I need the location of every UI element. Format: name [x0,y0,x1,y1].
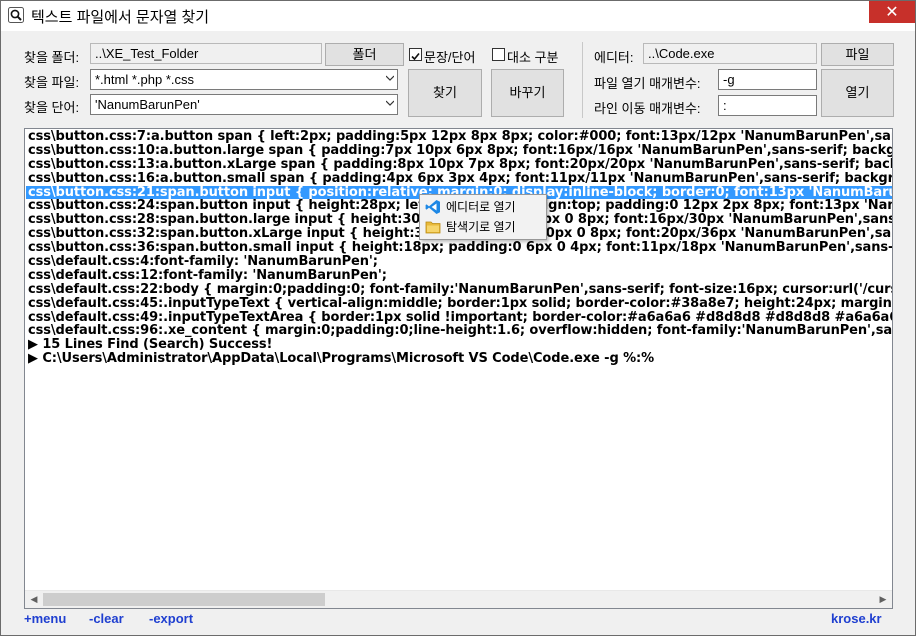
context-open-in-editor[interactable]: 에디터로 열기 [422,197,544,217]
result-line[interactable]: css\button.css:36:span.button.small inpu… [28,241,892,255]
export-link[interactable]: -export [149,611,193,626]
chevron-down-icon [386,100,394,106]
sentence-word-checkbox[interactable] [409,48,422,61]
line-param-field[interactable]: : [718,95,817,116]
word-label: 찾을 단어: [24,100,80,115]
result-line[interactable]: css\default.css:4:font-family: 'NanumBar… [28,255,892,269]
case-sensitive-checkbox[interactable] [492,48,505,61]
title-bar: 텍스트 파일에서 문자열 찾기 ✕ [1,1,915,31]
line-param-label: 라인 이동 매개변수: [594,101,701,116]
menu-link[interactable]: +menu [24,611,66,626]
context-menu: 에디터로 열기 탐색기로 열기 [419,194,547,240]
result-line[interactable]: ▶ C:\Users\Administrator\AppData\Local\P… [28,352,892,366]
context-open-in-explorer[interactable]: 탐색기로 열기 [422,217,544,237]
scroll-left-icon[interactable]: ◀ [27,593,41,606]
editor-file-button[interactable]: 파일 [821,43,894,66]
search-word-value: 'NanumBarunPen' [95,97,200,112]
window-title: 텍스트 파일에서 문자열 찾기 [31,9,210,26]
site-link[interactable]: krose.kr [831,611,882,626]
checkmark-icon [411,52,420,61]
search-word-combo[interactable]: 'NanumBarunPen' [90,94,398,115]
folder-field[interactable]: ..\XE_Test_Folder [90,43,322,64]
editor-label: 에디터: [594,50,634,65]
vscode-icon [425,200,440,214]
scrollbar-thumb[interactable] [43,593,325,606]
result-line[interactable]: ▶ 15 Lines Find (Search) Success! [28,338,892,352]
editor-path-field[interactable]: ..\Code.exe [643,43,817,64]
case-sensitive-label: 대소 구분 [507,50,559,65]
result-line[interactable]: css\default.css:45:.inputTypeText { vert… [28,297,892,311]
context-item-label: 에디터로 열기 [446,200,516,214]
result-line[interactable]: css\default.css:49:.inputTypeTextArea { … [28,311,892,325]
open-param-label: 파일 열기 매개변수: [594,76,701,91]
close-button[interactable]: ✕ [869,1,915,23]
result-line[interactable]: css\button.css:16:a.button.small span { … [28,172,892,186]
result-line[interactable]: css\default.css:96:.xe_content { margin:… [28,324,892,338]
open-param-field[interactable]: -g [718,69,817,90]
search-icon [8,7,24,23]
horizontal-scrollbar[interactable]: ◀ ▶ [25,590,892,608]
result-line[interactable]: css\default.css:22:body { margin:0;paddi… [28,283,892,297]
folder-icon [425,221,441,234]
result-line[interactable]: css\button.css:10:a.button.large span { … [28,144,892,158]
app-window: 텍스트 파일에서 문자열 찾기 ✕ 찾을 폴더: ..\XE_Test_Fold… [0,0,916,636]
result-line[interactable]: css\default.css:12:font-family: 'NanumBa… [28,269,892,283]
scroll-right-icon[interactable]: ▶ [876,593,890,606]
open-button[interactable]: 열기 [821,69,894,117]
results-lines: css\button.css:7:a.button span { left:2p… [26,130,892,366]
replace-button[interactable]: 바꾸기 [491,69,564,117]
result-line[interactable]: css\button.css:13:a.button.xLarge span {… [28,158,892,172]
context-item-label: 탐색기로 열기 [446,220,516,234]
file-label: 찾을 파일: [24,75,80,90]
file-pattern-combo[interactable]: *.html *.php *.css [90,69,398,90]
clear-link[interactable]: -clear [89,611,124,626]
folder-button[interactable]: 폴더 [325,43,404,66]
result-line[interactable]: css\button.css:7:a.button span { left:2p… [28,130,892,144]
file-pattern-value: *.html *.php *.css [95,72,194,87]
folder-label: 찾을 폴더: [24,50,80,65]
sentence-word-label: 문장/단어 [424,50,476,65]
chevron-down-icon [386,75,394,81]
divider [582,42,583,118]
find-button[interactable]: 찾기 [408,69,482,117]
